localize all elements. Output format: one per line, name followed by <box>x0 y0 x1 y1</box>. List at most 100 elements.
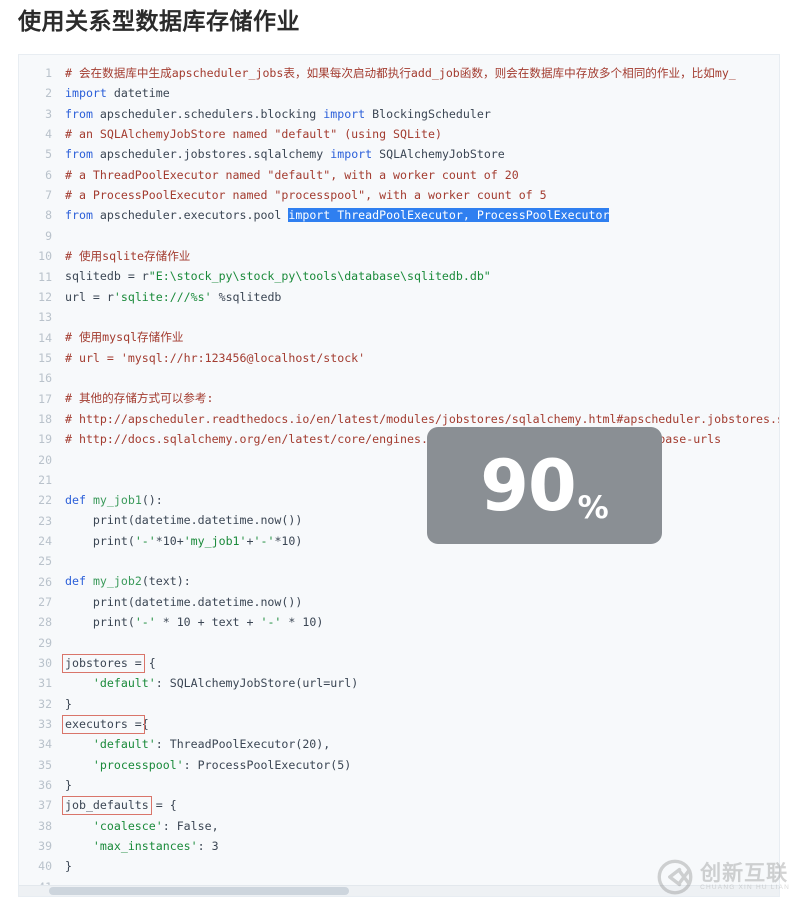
line-number: 13 <box>38 310 52 325</box>
keyword-token: from <box>65 106 93 121</box>
scrollbar-thumb[interactable] <box>49 886 349 895</box>
line-number: 22 <box>38 493 52 508</box>
line-number: 15 <box>38 350 52 365</box>
code-line: 2 import datetime <box>19 83 779 103</box>
line-source: job_defaults = { <box>61 795 779 816</box>
code-line: 13 <box>19 307 779 327</box>
line-source: # a ProcessPoolExecutor named "processpo… <box>61 185 779 205</box>
line-number: 36 <box>38 778 52 793</box>
code-line: 14 # 使用mysql存储作业 <box>19 327 779 347</box>
code-token: (text): <box>141 574 191 589</box>
line-source: 'coalesce': False, <box>61 816 779 836</box>
code-line: 27 print(datetime.datetime.now()) <box>19 592 779 612</box>
code-token: { <box>141 716 149 731</box>
code-line: 38 'coalesce': False, <box>19 816 779 836</box>
string-token: '-' <box>134 615 156 630</box>
comment-token: # a ThreadPoolExecutor named "default", … <box>65 167 519 182</box>
line-number: 6 <box>45 167 52 182</box>
code-block: 1 # 会在数据库中生成apscheduler_jobs表，如果每次启动都执行a… <box>18 53 780 897</box>
line-number: 25 <box>38 554 52 569</box>
code-line: 6 # a ThreadPoolExecutor named "default"… <box>19 165 779 185</box>
line-source <box>61 226 779 246</box>
line-number: 33 <box>38 717 52 732</box>
comment-token: # 其他的存储方式可以参考: <box>65 391 214 406</box>
line-source: # http://docs.sqlalchemy.org/en/latest/c… <box>61 429 779 449</box>
line-source: print('-' * 10 + text + '-' * 10) <box>61 612 779 632</box>
code-line: 33 executors ={ <box>19 714 779 734</box>
code-token: } <box>65 777 72 792</box>
code-line: 17 # 其他的存储方式可以参考: <box>19 388 779 408</box>
code-line: 35 'processpool': ProcessPoolExecutor(5) <box>19 755 779 775</box>
line-source: # an SQLAlchemyJobStore named "default" … <box>61 124 779 144</box>
function-token: my_job2 <box>92 574 142 589</box>
code-line: 30 jobstores = { <box>19 653 779 673</box>
line-number: 29 <box>38 635 52 650</box>
line-source: # url = 'mysql://hr:123456@localhost/sto… <box>61 348 779 368</box>
line-number: 5 <box>45 147 52 162</box>
code-token: + <box>246 533 254 548</box>
code-token: apscheduler.jobstores.sqlalchemy <box>92 147 331 162</box>
line-number: 20 <box>38 452 52 467</box>
code-line: 9 <box>19 226 779 246</box>
line-source <box>61 551 779 571</box>
line-number: 31 <box>38 676 52 691</box>
line-number: 26 <box>38 574 52 589</box>
code-token: print(datetime.datetime.now()) <box>65 594 303 609</box>
code-token: apscheduler.schedulers.blocking <box>92 106 324 121</box>
code-line: 15 # url = 'mysql://hr:123456@localhost/… <box>19 348 779 368</box>
code-line: 25 <box>19 551 779 571</box>
line-source: from apscheduler.jobstores.sqlalchemy im… <box>61 144 779 164</box>
line-source: url = r'sqlite:///%s' %sqlitedb <box>61 287 779 307</box>
line-source: print(datetime.datetime.now()) <box>61 510 779 530</box>
keyword-token: import <box>330 147 373 162</box>
code-line: 34 'default': ThreadPoolExecutor(20), <box>19 734 779 754</box>
line-source: # http://apscheduler.readthedocs.io/en/l… <box>61 409 779 429</box>
line-source: import datetime <box>61 83 779 103</box>
line-number: 11 <box>38 269 52 284</box>
line-source <box>61 307 779 327</box>
code-line: 5 from apscheduler.jobstores.sqlalchemy … <box>19 144 779 164</box>
line-source: print('-'*10+'my_job1'+'-'*10) <box>61 531 779 551</box>
line-source: from apscheduler.schedulers.blocking imp… <box>61 104 779 124</box>
code-scroll-area[interactable]: 1 # 会在数据库中生成apscheduler_jobs表，如果每次启动都执行a… <box>19 55 779 896</box>
comment-token: # 使用sqlite存储作业 <box>65 248 191 263</box>
string-token: 'sqlite:///%s' <box>113 289 212 304</box>
horizontal-scrollbar[interactable] <box>19 884 779 896</box>
code-token: SQLAlchemyJobStore <box>372 147 505 162</box>
code-token: print( <box>65 615 135 630</box>
code-line: 29 <box>19 633 779 653</box>
code-line: 16 <box>19 368 779 388</box>
code-line: 31 'default': SQLAlchemyJobStore(url=url… <box>19 673 779 693</box>
line-number: 24 <box>38 533 52 548</box>
line-number: 10 <box>38 249 52 264</box>
annotation-box: job_defaults <box>62 796 152 816</box>
line-number: 40 <box>38 859 52 874</box>
text-selection[interactable]: import ThreadPoolExecutor, ProcessPoolEx… <box>288 208 610 223</box>
string-token: '-' <box>134 533 156 548</box>
code-token: BlockingScheduler <box>365 106 491 121</box>
line-source: # 使用sqlite存储作业 <box>61 246 779 266</box>
line-source: # 其他的存储方式可以参考: <box>61 388 779 408</box>
keyword-token: import <box>65 86 107 101</box>
code-line: 28 print('-' * 10 + text + '-' * 10) <box>19 612 779 632</box>
line-number: 2 <box>45 86 52 101</box>
keyword-token: def <box>65 493 86 508</box>
code-token: { <box>141 655 156 670</box>
string-token: '-' <box>260 615 282 630</box>
line-source: def my_job1(): <box>61 490 779 510</box>
annotation-box: jobstores = <box>62 653 145 673</box>
code-token: } <box>65 859 72 874</box>
code-token: : SQLAlchemyJobStore(url=url) <box>155 676 359 691</box>
line-source: executors ={ <box>61 714 779 734</box>
code-token: * 10) <box>281 615 324 630</box>
line-number: 18 <box>38 411 52 426</box>
line-number: 23 <box>38 513 52 528</box>
code-token: datetime <box>106 86 170 101</box>
function-token: my_job1 <box>92 493 142 508</box>
line-source: } <box>61 694 779 714</box>
comment-token: # an SQLAlchemyJobStore named "default" … <box>65 126 442 141</box>
comment-token: # 使用mysql存储作业 <box>65 330 184 345</box>
code-token: * 10 + text + <box>155 615 261 630</box>
